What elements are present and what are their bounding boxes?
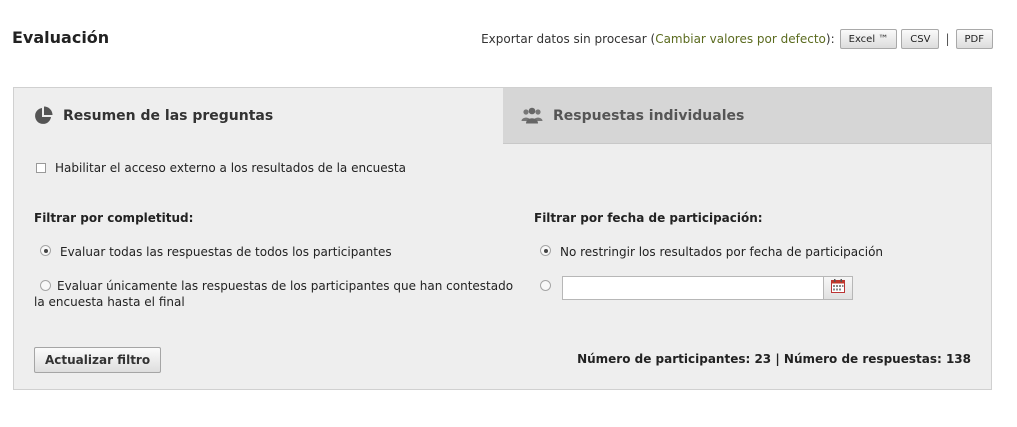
- option-label: Evaluar todas las respuestas de todos lo…: [60, 245, 392, 259]
- filter-date-heading: Filtrar por fecha de participación:: [534, 211, 763, 225]
- tab-individual-responses[interactable]: Respuestas individuales: [503, 88, 991, 144]
- export-bar: Exportar datos sin procesar (Cambiar val…: [481, 29, 993, 49]
- external-access-checkbox[interactable]: [36, 163, 46, 173]
- filter-date-option[interactable]: [540, 279, 560, 291]
- radio-all-responses[interactable]: [40, 245, 51, 256]
- change-defaults-link[interactable]: Cambiar valores por defecto: [655, 32, 826, 46]
- export-suffix: ):: [825, 32, 835, 46]
- tab-label: Respuestas individuales: [553, 107, 745, 124]
- option-label: No restringir los resultados por fecha d…: [560, 245, 884, 259]
- filter-all-option[interactable]: Evaluar todas las respuestas de todos lo…: [40, 244, 392, 260]
- users-icon: [521, 106, 543, 126]
- external-access-label: Habilitar el acceso externo a los result…: [55, 161, 406, 175]
- calendar-icon: [831, 279, 845, 297]
- evaluation-panel: Resumen de las preguntas Respuestas indi…: [13, 87, 992, 390]
- date-input[interactable]: [562, 276, 824, 300]
- calendar-button[interactable]: [823, 276, 853, 300]
- tab-question-summary[interactable]: Resumen de las preguntas: [14, 88, 503, 144]
- export-csv-button[interactable]: CSV: [901, 29, 940, 49]
- tab-label: Resumen de las preguntas: [63, 108, 274, 124]
- participation-stats: Número de participantes: 23 | Número de …: [577, 352, 971, 366]
- tab-bar: Resumen de las preguntas Respuestas indi…: [14, 88, 991, 144]
- update-filter-button[interactable]: Actualizar filtro: [34, 347, 162, 373]
- filter-complete-option[interactable]: Evaluar únicamente las respuestas de los…: [34, 278, 514, 310]
- filter-no-date-option[interactable]: No restringir los resultados por fecha d…: [540, 244, 883, 260]
- export-prefix: Exportar datos sin procesar (: [481, 32, 656, 46]
- export-excel-button[interactable]: Excel ™: [839, 29, 898, 49]
- radio-date-restriction[interactable]: [540, 280, 551, 291]
- header: Evaluación Exportar datos sin procesar (…: [0, 0, 1017, 80]
- separator: |: [945, 32, 950, 46]
- filter-completeness-heading: Filtrar por completitud:: [34, 211, 194, 225]
- radio-complete-only[interactable]: [40, 280, 51, 291]
- radio-no-date-restriction[interactable]: [540, 245, 551, 256]
- option-label: Evaluar únicamente las respuestas de los…: [34, 279, 514, 309]
- external-access-row: Habilitar el acceso externo a los result…: [36, 161, 406, 175]
- export-pdf-button[interactable]: PDF: [955, 29, 993, 49]
- pie-chart-icon: [33, 106, 53, 126]
- page-title: Evaluación: [12, 28, 110, 47]
